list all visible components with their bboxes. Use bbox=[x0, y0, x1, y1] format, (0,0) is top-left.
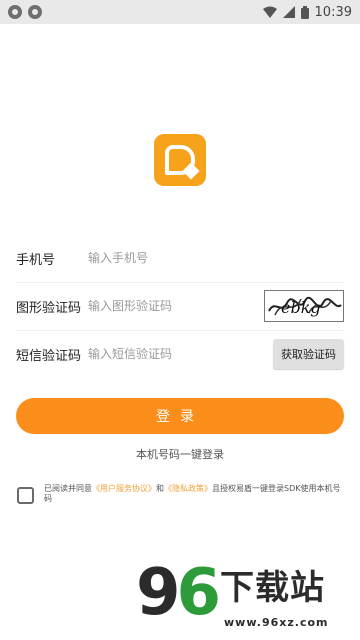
status-time: 10:39 bbox=[314, 4, 352, 20]
status-bar: 10:39 bbox=[0, 0, 360, 24]
watermark-logo: 96 下载站 www.96xz.com bbox=[136, 556, 360, 640]
watermark-digits: 96 bbox=[136, 556, 221, 630]
agreement-checkbox[interactable] bbox=[17, 487, 34, 504]
wifi-icon bbox=[262, 6, 277, 18]
agreement-prefix: 已阅读并同意 bbox=[44, 484, 92, 493]
battery-icon bbox=[300, 5, 309, 19]
phone-input[interactable] bbox=[88, 251, 344, 265]
login-button[interactable]: 登录 bbox=[16, 398, 344, 434]
agreement: 已阅读并同意《用户服务协议》和《隐私政策》且授权易盾一键登录SDK使用本机号码 bbox=[17, 484, 347, 504]
app-logo-icon bbox=[154, 134, 206, 186]
signal-icon bbox=[282, 6, 295, 18]
captcha-row: 图形验证码 ebkg bbox=[16, 282, 344, 330]
sms-row: 短信验证码 获取验证码 bbox=[16, 330, 344, 378]
captcha-label: 图形验证码 bbox=[16, 300, 82, 316]
privacy-policy-link[interactable]: 《隐私政策》 bbox=[164, 484, 212, 493]
captcha-text: ebkg bbox=[281, 298, 321, 317]
notification-icon bbox=[8, 5, 22, 19]
phone-label: 手机号 bbox=[16, 252, 56, 268]
phone-row: 手机号 bbox=[16, 234, 344, 282]
agreement-and: 和 bbox=[156, 484, 164, 493]
captcha-input[interactable] bbox=[88, 299, 264, 313]
get-code-button[interactable]: 获取验证码 bbox=[273, 339, 344, 369]
sms-label: 短信验证码 bbox=[16, 348, 82, 364]
agreement-text: 已阅读并同意《用户服务协议》和《隐私政策》且授权易盾一键登录SDK使用本机号码 bbox=[44, 484, 347, 504]
captcha-image[interactable]: ebkg bbox=[264, 290, 344, 322]
one-tap-login-link[interactable]: 本机号码一键登录 bbox=[0, 446, 360, 462]
user-agreement-link[interactable]: 《用户服务协议》 bbox=[92, 484, 156, 493]
watermark-url: www.96xz.com bbox=[224, 616, 329, 629]
watermark-title: 下载站 bbox=[220, 568, 325, 608]
captcha-glyphs: ebkg bbox=[268, 296, 342, 317]
watermark-digit-9: 9 bbox=[136, 556, 180, 630]
watermark-digit-6: 6 bbox=[176, 556, 221, 630]
notification-icon bbox=[28, 5, 42, 19]
sms-code-input[interactable] bbox=[88, 347, 273, 361]
